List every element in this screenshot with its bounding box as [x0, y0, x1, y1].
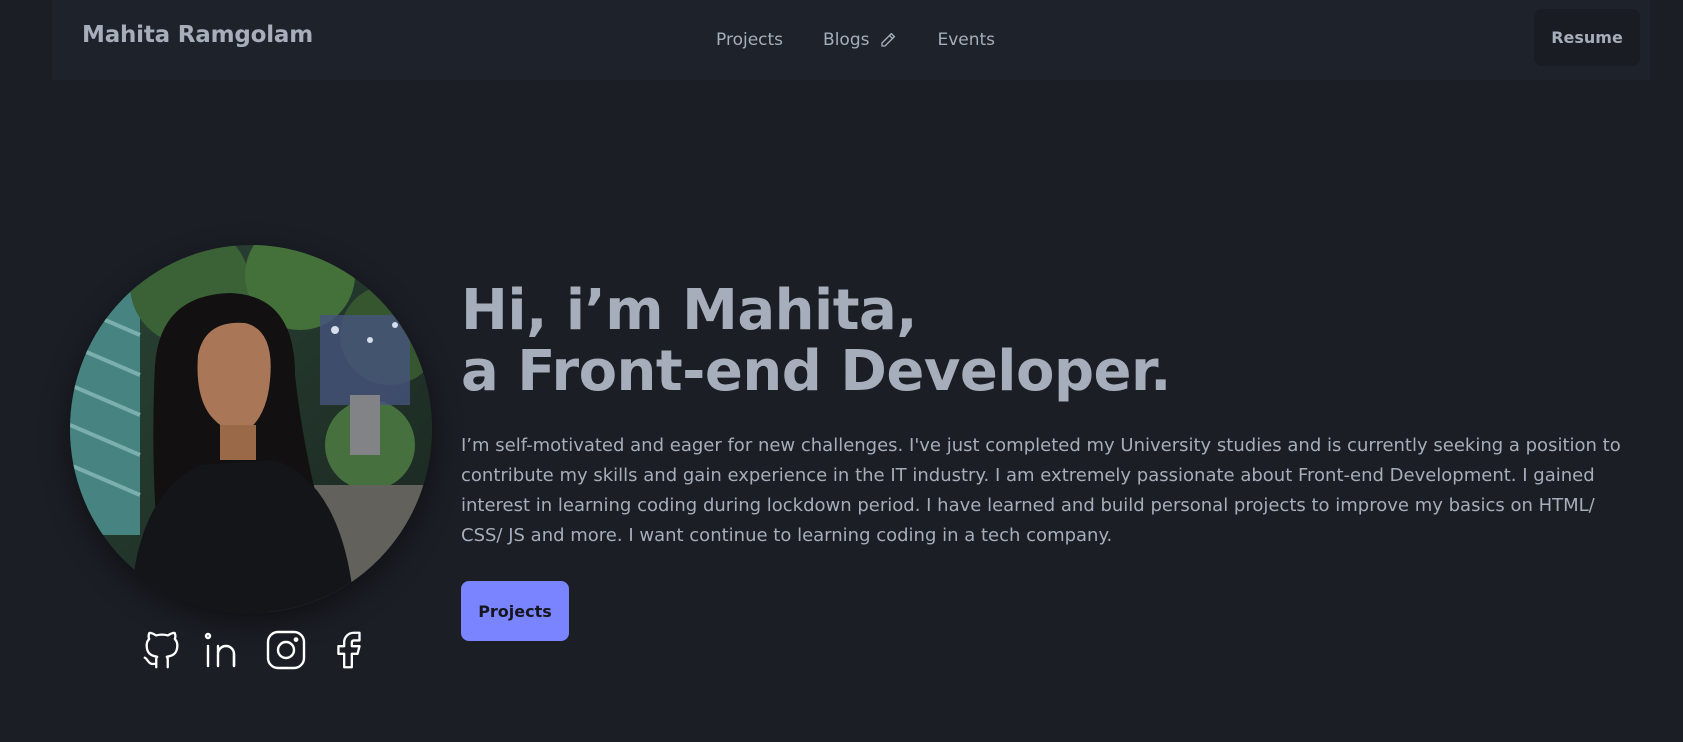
headline-line-1: Hi, i’m Mahita, — [461, 278, 918, 343]
linkedin-icon[interactable] — [200, 624, 248, 676]
hero-headline: Hi, i’m Mahita, a Front-end Developer. — [461, 280, 1171, 402]
headline-line-2: a Front-end Developer. — [461, 339, 1171, 404]
github-icon[interactable] — [138, 624, 186, 676]
social-links — [138, 624, 372, 676]
instagram-icon[interactable] — [262, 624, 310, 676]
bio-text: I’m self-motivated and eager for new cha… — [461, 435, 1621, 546]
avatar — [70, 245, 432, 613]
facebook-icon[interactable] — [324, 624, 372, 676]
projects-button[interactable]: Projects — [461, 581, 569, 641]
hero-section: Hi, i’m Mahita, a Front-end Developer. I… — [0, 0, 1683, 742]
